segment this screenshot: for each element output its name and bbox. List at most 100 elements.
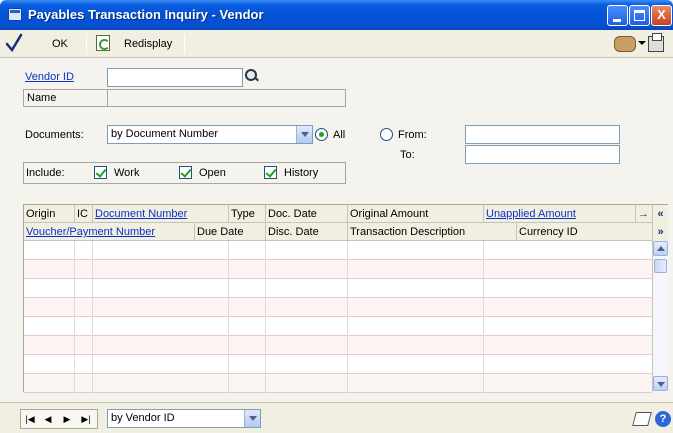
chevron-down-icon[interactable] [244, 410, 260, 427]
vendor-id-input[interactable] [107, 68, 243, 87]
help-icon[interactable]: ? [655, 411, 671, 427]
expand-rows-icon[interactable]: » [652, 223, 668, 241]
vendor-id-link[interactable]: Vendor ID [25, 71, 74, 83]
vertical-scrollbar[interactable] [652, 241, 668, 392]
options-hand-icon[interactable] [614, 36, 636, 52]
next-record-icon[interactable]: ▶ [59, 412, 75, 426]
lookup-magnifier-icon[interactable] [243, 68, 259, 84]
col-original-amount[interactable]: Original Amount [347, 205, 483, 223]
table-row[interactable] [24, 374, 652, 393]
grid-column-divider [92, 355, 93, 374]
first-record-icon[interactable]: |◀ [22, 412, 38, 426]
col-type[interactable]: Type [228, 205, 265, 223]
col-ic[interactable]: IC [74, 205, 92, 223]
scroll-up-icon[interactable] [653, 241, 668, 256]
grid-column-divider [347, 374, 348, 393]
grid-column-divider [265, 355, 266, 374]
close-icon: X [657, 7, 666, 22]
grid-column-divider [228, 279, 229, 298]
grid-column-divider [92, 374, 93, 393]
all-radio[interactable] [315, 128, 328, 141]
sort-by-select[interactable]: by Vendor ID [107, 409, 261, 428]
chevron-down-icon[interactable] [296, 126, 312, 143]
table-row[interactable] [24, 241, 652, 260]
bottom-bar: |◀ ◀ ▶ ▶| by Vendor ID ? [0, 402, 673, 433]
print-icon[interactable] [648, 33, 664, 52]
table-row[interactable] [24, 336, 652, 355]
work-label: Work [114, 167, 140, 179]
grid-column-divider [92, 336, 93, 355]
grid-column-divider [347, 241, 348, 260]
ok-check-icon[interactable] [5, 33, 23, 53]
table-row[interactable] [24, 279, 652, 298]
grid-column-divider [483, 241, 484, 260]
open-checkbox[interactable] [179, 166, 192, 179]
grid-column-divider [92, 260, 93, 279]
col-document-number[interactable]: Document Number [92, 205, 228, 223]
all-label: All [333, 129, 346, 141]
record-navigation: |◀ ◀ ▶ ▶| [20, 409, 98, 429]
grid-column-divider [483, 260, 484, 279]
grid-column-divider [265, 336, 266, 355]
grid-column-divider [483, 298, 484, 317]
grid-column-divider [74, 336, 75, 355]
documents-select[interactable]: by Document Number [107, 125, 313, 144]
col-due-date[interactable]: Due Date [194, 223, 265, 241]
scroll-down-icon[interactable] [653, 376, 668, 391]
grid-column-divider [483, 374, 484, 393]
options-dropdown-arrow-icon[interactable] [638, 41, 646, 45]
maximize-button[interactable] [629, 5, 650, 26]
grid-column-divider [483, 279, 484, 298]
table-row[interactable] [24, 317, 652, 336]
maximize-icon [634, 10, 645, 21]
to-input[interactable] [465, 145, 620, 164]
scroll-thumb[interactable] [654, 259, 667, 273]
grid-column-divider [92, 279, 93, 298]
col-currency-id[interactable]: Currency ID [516, 223, 652, 241]
grid-column-divider [347, 279, 348, 298]
work-checkbox[interactable] [94, 166, 107, 179]
redisplay-icon[interactable] [96, 35, 110, 51]
grid-column-divider [265, 279, 266, 298]
previous-record-icon[interactable]: ◀ [40, 412, 56, 426]
col-unapplied-amount[interactable]: Unapplied Amount [483, 205, 635, 223]
from-input[interactable] [465, 125, 620, 144]
grid-column-divider [92, 298, 93, 317]
history-checkbox[interactable] [264, 166, 277, 179]
col-disc-date[interactable]: Disc. Date [265, 223, 347, 241]
grid-column-divider [347, 298, 348, 317]
title-bar[interactable]: Payables Transaction Inquiry - Vendor X [0, 0, 673, 30]
collapse-rows-icon[interactable]: « [652, 205, 668, 223]
col-doc-date[interactable]: Doc. Date [265, 205, 347, 223]
grid-header-row-1: Origin IC Document Number Type Doc. Date… [24, 205, 652, 223]
arrow-right-icon[interactable]: → [635, 205, 652, 223]
grid-column-divider [74, 317, 75, 336]
table-row[interactable] [24, 260, 652, 279]
grid-column-divider [228, 260, 229, 279]
from-label: From: [398, 129, 427, 141]
ok-button[interactable]: OK [52, 34, 68, 54]
transactions-grid: Origin IC Document Number Type Doc. Date… [23, 204, 668, 393]
from-radio[interactable] [380, 128, 393, 141]
grid-column-divider [483, 336, 484, 355]
toolbar-separator [184, 34, 185, 54]
to-label: To: [400, 149, 415, 161]
grid-column-divider [228, 355, 229, 374]
col-origin[interactable]: Origin [24, 205, 74, 223]
redisplay-button[interactable]: Redisplay [124, 34, 172, 54]
minimize-icon [613, 19, 621, 22]
grid-column-divider [483, 317, 484, 336]
table-row[interactable] [24, 298, 652, 317]
grid-column-divider [228, 317, 229, 336]
name-divider [107, 90, 108, 106]
grid-column-divider [347, 355, 348, 374]
last-record-icon[interactable]: ▶| [78, 412, 94, 426]
col-transaction-description[interactable]: Transaction Description [347, 223, 516, 241]
close-button[interactable]: X [651, 5, 672, 26]
include-label: Include: [26, 167, 65, 179]
table-row[interactable] [24, 355, 652, 374]
note-icon[interactable] [632, 412, 652, 426]
col-voucher-payment-number[interactable]: Voucher/Payment Number [24, 223, 194, 241]
grid-column-divider [74, 298, 75, 317]
minimize-button[interactable] [607, 5, 628, 26]
